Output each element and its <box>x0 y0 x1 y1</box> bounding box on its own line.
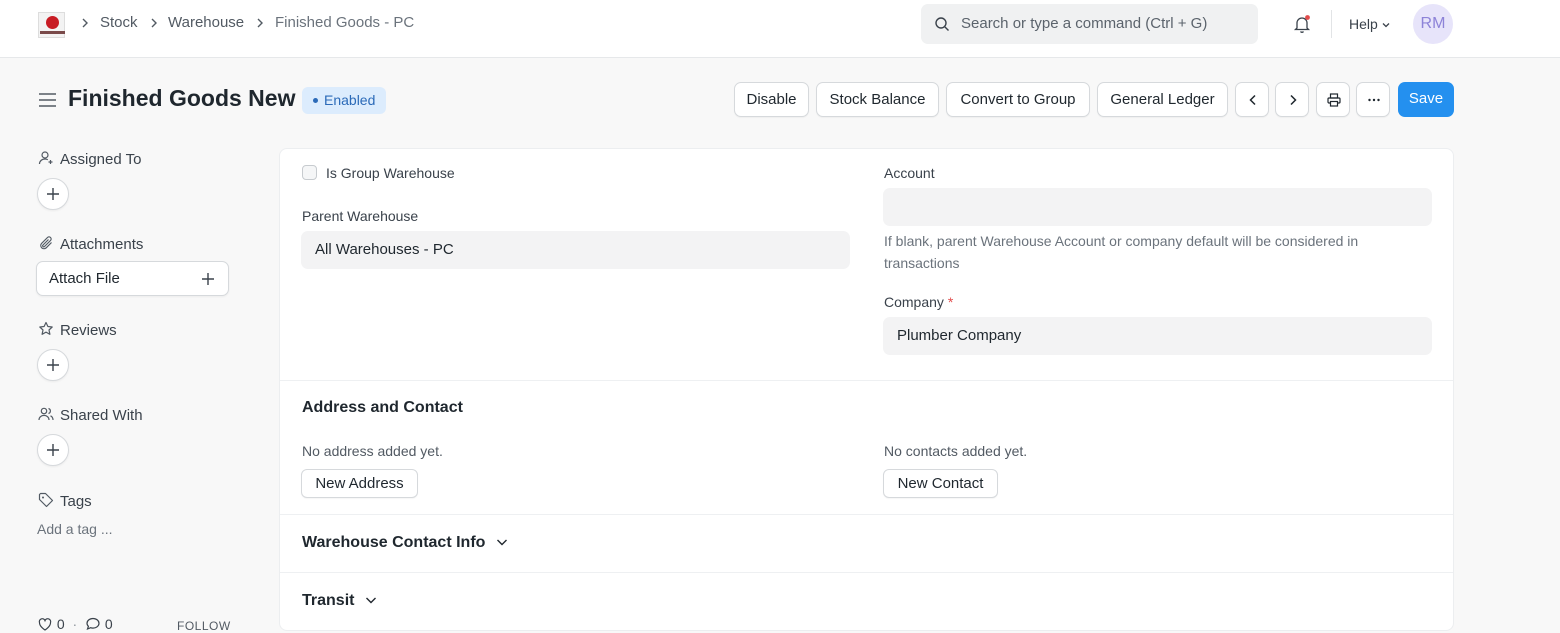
search-bar[interactable]: Search or type a command (Ctrl + G) <box>921 4 1258 44</box>
tags-label: Tags <box>38 492 92 510</box>
breadcrumb-current[interactable]: Finished Goods - PC <box>275 14 414 32</box>
attach-file-button[interactable]: Attach File <box>36 261 229 296</box>
section-divider <box>280 380 1453 381</box>
shared-with-text: Shared With <box>60 407 143 424</box>
status-badge: Enabled <box>302 87 387 114</box>
breadcrumb-stock[interactable]: Stock <box>100 14 138 32</box>
new-address-button[interactable]: New Address <box>301 469 418 498</box>
tag-icon <box>38 492 54 508</box>
new-contact-button[interactable]: New Contact <box>883 469 998 498</box>
no-address-text: No address added yet. <box>302 443 443 459</box>
general-ledger-button[interactable]: General Ledger <box>1097 82 1228 117</box>
more-actions-button[interactable] <box>1356 82 1390 117</box>
plus-icon <box>202 273 214 285</box>
plus-icon <box>47 444 59 456</box>
save-button[interactable]: Save <box>1398 82 1454 117</box>
convert-to-group-button[interactable]: Convert to Group <box>946 82 1090 117</box>
assigned-to-text: Assigned To <box>60 151 142 168</box>
star-icon <box>39 321 53 335</box>
plus-icon <box>47 188 59 200</box>
sidebar-toggle-icon[interactable] <box>38 92 58 108</box>
company-label: Company * <box>884 294 953 310</box>
account-help-text: If blank, parent Warehouse Account or co… <box>884 233 1359 271</box>
account-input[interactable] <box>883 188 1432 226</box>
search-icon <box>935 17 949 31</box>
warehouse-contact-info-section[interactable]: Warehouse Contact Info <box>302 534 509 552</box>
engagement-stats: 0 · 0 <box>37 616 113 632</box>
more-horizontal-icon <box>1368 98 1380 102</box>
form-card: Is Group Warehouse Parent Warehouse All … <box>279 148 1454 631</box>
chevron-right-icon <box>1290 94 1297 106</box>
section-divider <box>280 572 1453 573</box>
attachments-text: Attachments <box>60 236 144 253</box>
chevron-down-icon <box>1382 23 1390 28</box>
required-mark: * <box>947 294 954 310</box>
heart-icon[interactable] <box>37 616 53 632</box>
page-title: Finished Goods New <box>68 85 296 111</box>
account-label: Account <box>884 165 935 181</box>
chevron-right-icon <box>82 18 88 28</box>
company-label-text: Company <box>884 294 944 310</box>
likes-count: 0 <box>56 616 65 632</box>
plus-icon <box>47 359 59 371</box>
add-assignee-button[interactable] <box>37 178 69 210</box>
add-review-button[interactable] <box>37 349 69 381</box>
company-input[interactable]: Plumber Company <box>883 317 1432 355</box>
warehouse-contact-info-title: Warehouse Contact Info <box>302 534 486 551</box>
notification-bell-icon[interactable] <box>1292 14 1312 34</box>
comment-icon[interactable] <box>85 616 101 632</box>
is-group-warehouse-checkbox[interactable] <box>302 165 317 180</box>
transit-title: Transit <box>302 592 355 609</box>
user-avatar[interactable]: RM <box>1413 4 1453 44</box>
attach-file-label: Attach File <box>49 270 120 287</box>
attachments-label: Attachments <box>38 235 143 253</box>
navbar: Stock Warehouse Finished Goods - PC Sear… <box>0 0 1560 58</box>
paperclip-icon <box>40 236 52 250</box>
chevron-right-icon <box>257 18 263 28</box>
assigned-to-label: Assigned To <box>38 150 141 168</box>
chevron-down-icon <box>497 539 508 546</box>
is-group-warehouse-label: Is Group Warehouse <box>326 165 455 181</box>
help-dropdown[interactable]: Help <box>1349 16 1391 32</box>
breadcrumb-warehouse[interactable]: Warehouse <box>168 14 244 32</box>
next-record-button[interactable] <box>1275 82 1309 117</box>
reviews-text: Reviews <box>60 322 117 339</box>
chevron-right-icon <box>151 18 157 28</box>
printer-icon <box>1327 93 1341 107</box>
print-button[interactable] <box>1316 82 1350 117</box>
app-logo[interactable] <box>38 12 65 38</box>
reviews-label: Reviews <box>38 321 117 339</box>
parent-warehouse-label: Parent Warehouse <box>302 208 419 224</box>
search-input[interactable]: Search or type a command (Ctrl + G) <box>961 15 1207 32</box>
follow-link[interactable]: FOLLOW <box>177 619 231 633</box>
previous-record-button[interactable] <box>1235 82 1269 117</box>
status-badge-label: Enabled <box>324 92 376 108</box>
tags-text: Tags <box>60 493 92 510</box>
comments-count: 0 <box>104 616 113 632</box>
transit-section[interactable]: Transit <box>302 592 378 610</box>
chevron-left-icon <box>1249 94 1256 106</box>
parent-warehouse-input[interactable]: All Warehouses - PC <box>301 231 850 269</box>
users-icon <box>38 407 54 421</box>
stock-balance-button[interactable]: Stock Balance <box>816 82 939 117</box>
shared-with-label: Shared With <box>38 406 143 424</box>
user-add-icon <box>38 151 53 165</box>
address-contact-section-title: Address and Contact <box>302 399 463 416</box>
disable-button[interactable]: Disable <box>734 82 809 117</box>
help-label: Help <box>1349 16 1378 32</box>
navbar-divider <box>1331 10 1332 38</box>
section-divider <box>280 514 1453 515</box>
add-share-button[interactable] <box>37 434 69 466</box>
add-tag-link[interactable]: Add a tag ... <box>37 521 113 537</box>
no-contacts-text: No contacts added yet. <box>884 443 1028 459</box>
chevron-down-icon <box>366 597 377 604</box>
